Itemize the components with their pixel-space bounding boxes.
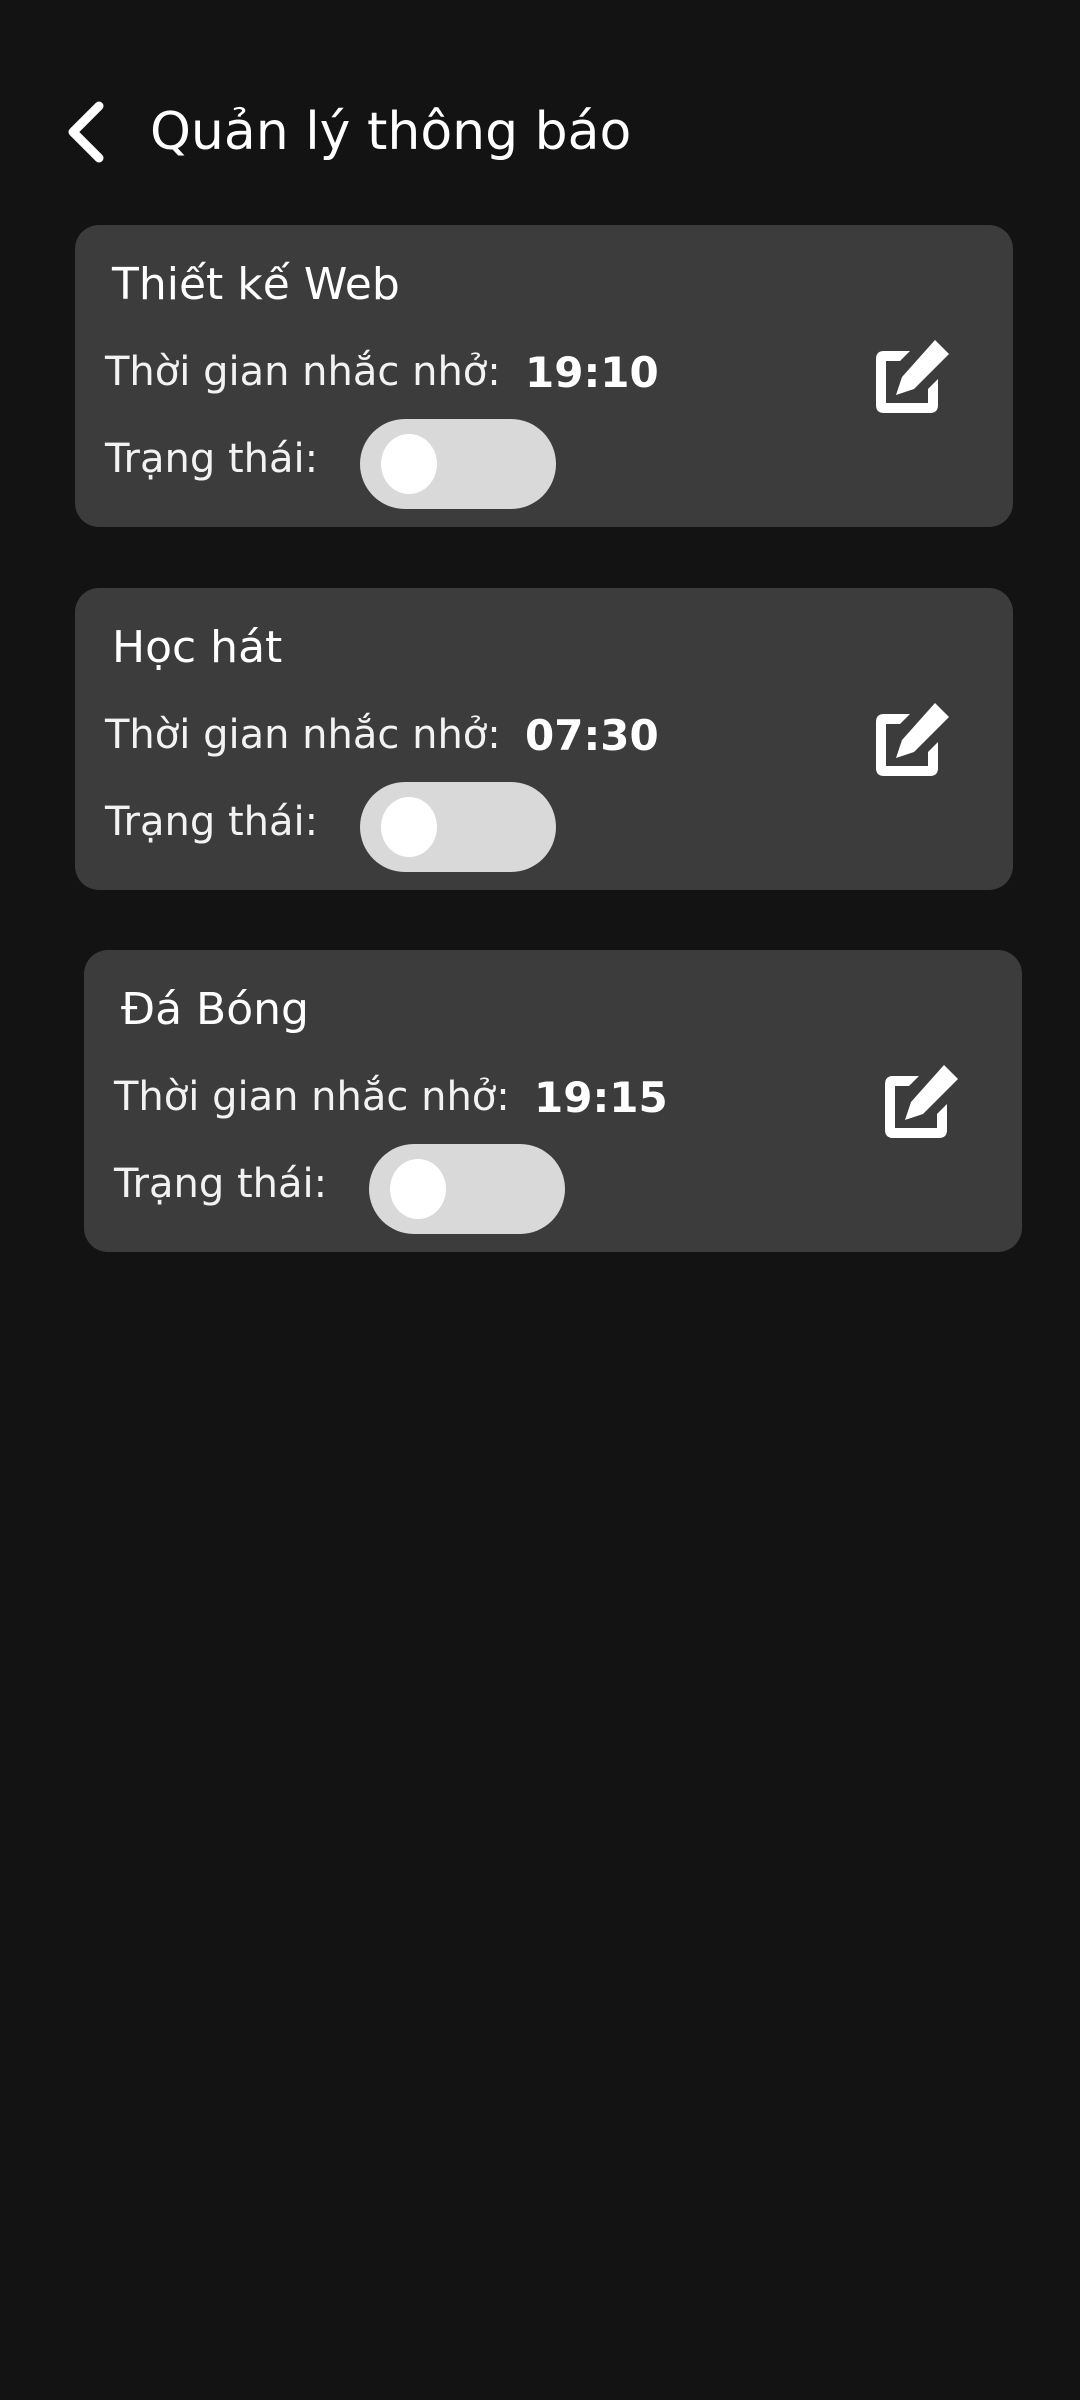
status-toggle[interactable]: [369, 1144, 565, 1234]
reminder-time-value: 19:15: [534, 1073, 668, 1122]
notification-title: Thiết kế Web: [112, 259, 400, 310]
reminder-time-label: Thời gian nhắc nhở:: [114, 1074, 510, 1120]
edit-icon: [876, 703, 949, 776]
app-header: Quản lý thông báo: [0, 0, 1080, 200]
edit-button[interactable]: [872, 700, 952, 780]
reminder-time-value: 07:30: [525, 711, 659, 760]
status-toggle[interactable]: [360, 419, 556, 509]
edit-icon: [885, 1065, 958, 1138]
status-label: Trạng thái:: [105, 436, 319, 482]
status-label: Trạng thái:: [114, 1161, 328, 1207]
notification-card: Thiết kế Web Thời gian nhắc nhở: 19:10 T…: [75, 225, 1013, 527]
reminder-time-label: Thời gian nhắc nhở:: [105, 349, 501, 395]
reminder-time-label: Thời gian nhắc nhở:: [105, 712, 501, 758]
toggle-knob: [390, 1159, 446, 1219]
toggle-knob: [381, 434, 437, 494]
toggle-knob: [381, 797, 437, 857]
edit-icon: [876, 340, 949, 413]
notification-title: Học hát: [112, 622, 283, 673]
notification-card: Học hát Thời gian nhắc nhở: 07:30 Trạng …: [75, 588, 1013, 890]
page-title: Quản lý thông báo: [150, 102, 632, 162]
status-label: Trạng thái:: [105, 799, 319, 845]
status-toggle[interactable]: [360, 782, 556, 872]
reminder-time-value: 19:10: [525, 348, 659, 397]
edit-button[interactable]: [881, 1062, 961, 1142]
notification-card: Đá Bóng Thời gian nhắc nhở: 19:15 Trạng …: [84, 950, 1022, 1252]
back-button[interactable]: [50, 96, 122, 168]
chevron-left-icon: [68, 101, 104, 163]
edit-button[interactable]: [872, 337, 952, 417]
notification-title: Đá Bóng: [121, 984, 309, 1035]
